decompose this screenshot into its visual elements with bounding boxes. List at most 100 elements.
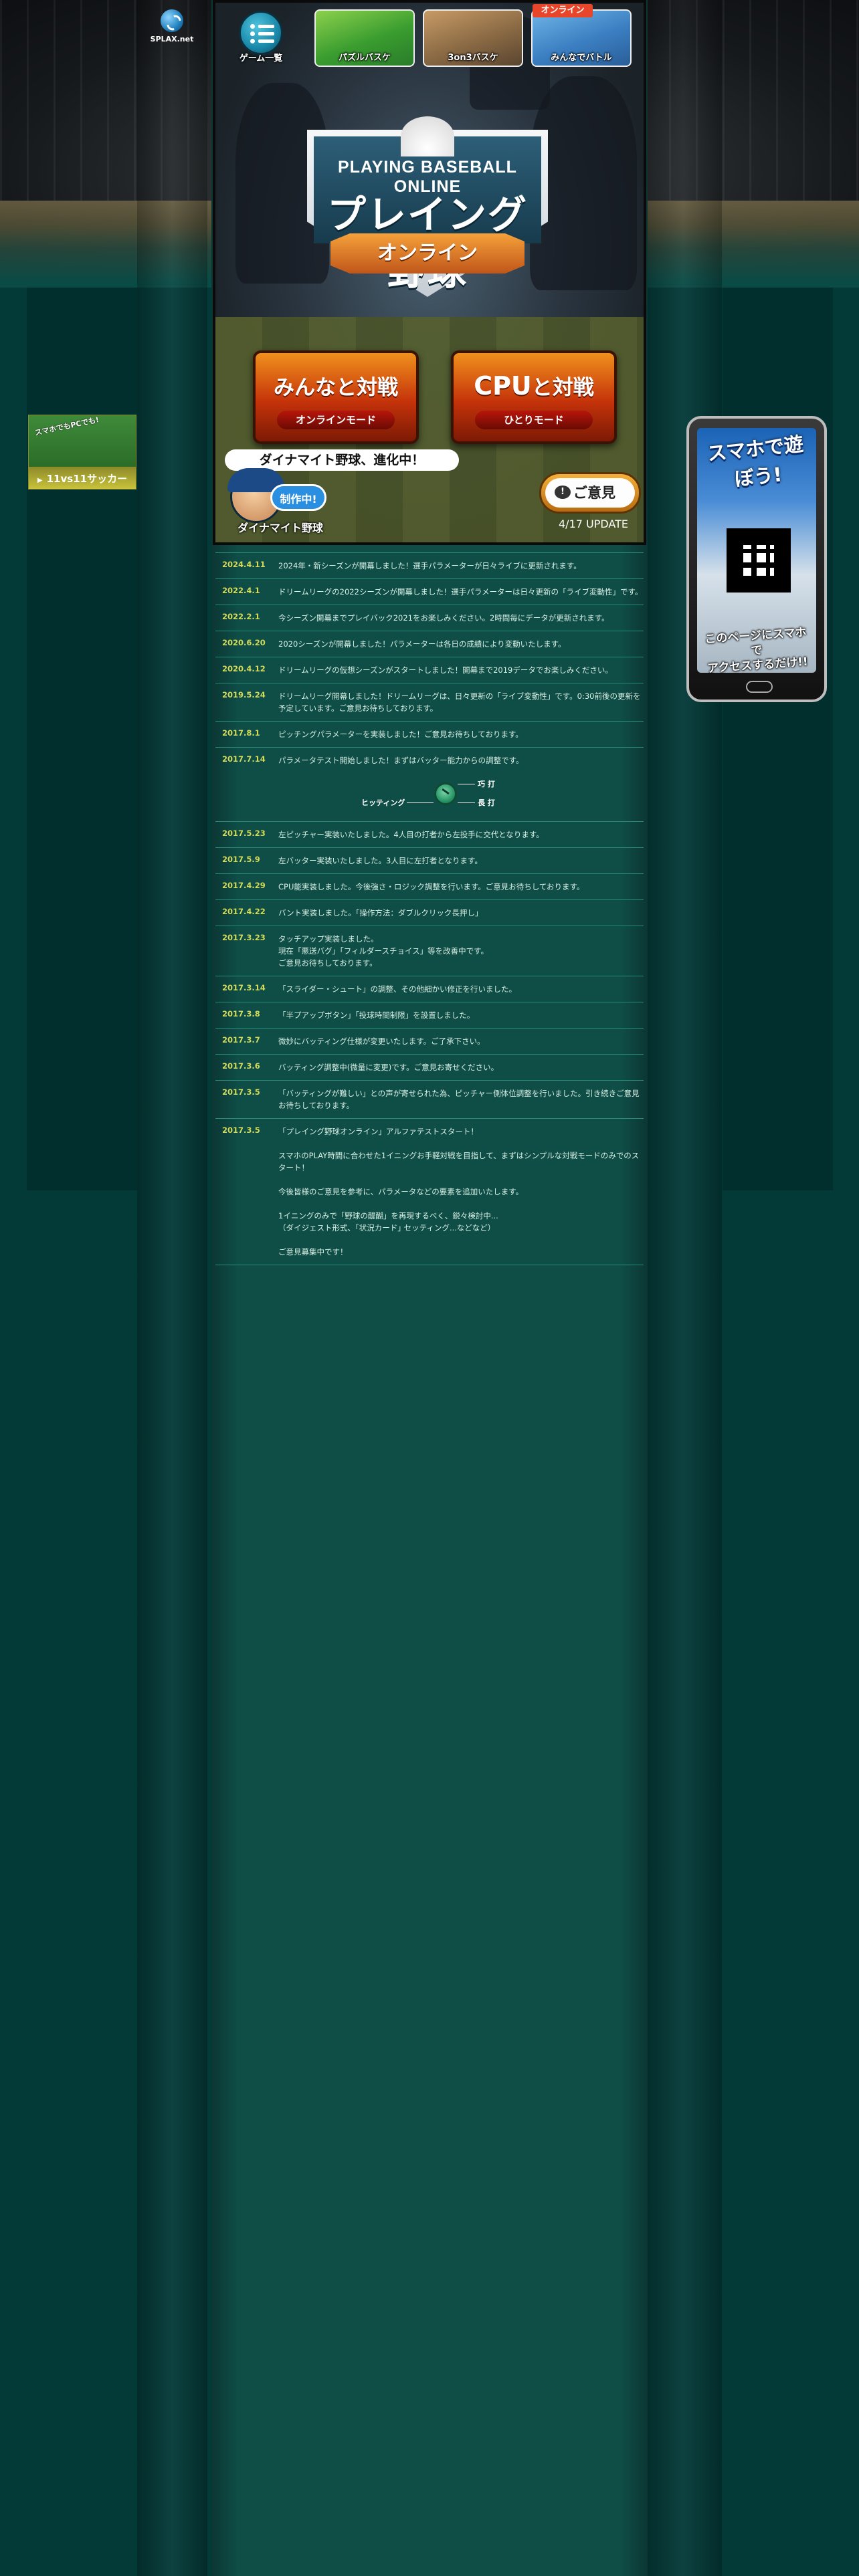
news-text: 2020シーズンが開幕しました！パラメーターは各日の成績により変動いたします。 (278, 639, 566, 649)
news-text: 「プレイング野球オンライン」アルファテストスタート！ (278, 1127, 478, 1136)
news-row: 2017.3.8 「半プアップボタン」「投球時間制限」を設置しました。 (215, 1002, 644, 1028)
news-body: バント実装しました。「操作方法：ダブルクリック長押し」 (273, 907, 644, 919)
news-date: 2017.4.22 (222, 907, 266, 916)
news-row: 2017.8.1 ピッチングパラメーターを実装しました！ご意見お待ちしております。 (215, 721, 644, 747)
thumb-label: みんなでバトル (551, 53, 612, 63)
news-date: 2017.3.5 (222, 1087, 260, 1097)
news-row: 2019.5.24 ドリームリーグ開幕しました！ドリームリーグは、日々更新の「ライ… (215, 683, 644, 721)
news-text: 左ピッチャー実装いたしました。4人目の打者から左投手に交代となります。 (278, 830, 544, 839)
news-body: 「半プアップボタン」「投球時間制限」を設置しました。 (273, 1009, 644, 1021)
news-text: 現在「悪送バグ」「フィルダースチョイス」等を改善中です。 (278, 946, 488, 956)
news-row: 2020.4.12 ドリームリーグの仮想シーズンがスタートしました！開幕まで201… (215, 657, 644, 683)
cpu-battle-button[interactable]: CPUと対戦 ひとりモード (451, 350, 617, 444)
news-text: 今後皆様のご意見を参考に、パラメータなどの要素を追加いたします。 (278, 1187, 524, 1196)
thumb-3on3-basket[interactable]: 3on3バスケ (423, 9, 523, 67)
splax-logo-icon (161, 9, 183, 32)
wip-badge: 制作中! (270, 484, 326, 511)
news-date: 2017.3.5 (222, 1125, 260, 1135)
game-logo: PLAYING BASEBALL ONLINE プレイング野球 オンライン (270, 116, 585, 310)
news-row: 2017.5.9 左バッター実装いたしました。3人目に左打者となります。 (215, 847, 644, 873)
dynamite-baseball-link[interactable]: 制作中! ダイナマイト野球 (223, 468, 337, 538)
news-row: 2017.3.23 タッチアップ実装しました。 現在「悪送バグ」「フィルダースチョイ… (215, 926, 644, 976)
news-text: ピッチングパラメーターを実装しました！ご意見お待ちしております。 (278, 730, 523, 739)
game-list-button[interactable]: ゲーム一覧 (233, 11, 289, 68)
news-text: CPU能実装しました。今後強さ・ロジック調整を行います。ご意見お待ちしております… (278, 882, 585, 891)
online-battle-title: みんなと対戦 (274, 376, 398, 400)
feedback-inner: ! ご意見 (545, 478, 635, 508)
phone-screen: スマホで遊ぼう! このページにスマホで アクセスするだけ!! (697, 428, 816, 676)
baseball-icon (401, 116, 454, 156)
left-pillar (137, 0, 207, 2576)
news-row: 2024.4.11 2024年・新シーズンが開幕しました！選手パラメーターが日々ラ… (215, 552, 644, 578)
soccer-banner[interactable]: スマホでもPCでも! 11vs11サッカー (28, 415, 136, 490)
news-text: ドリームリーグの仮想シーズンがスタートしました！開幕まで2019データでお楽しみ… (278, 665, 613, 675)
news-row: 2017.4.29 CPU能実装しました。今後強さ・ロジック調整を行います。ご意見… (215, 873, 644, 899)
bat-swing-icon (434, 782, 457, 805)
thumb-minna-battle[interactable]: みんなでバトル (531, 9, 632, 67)
phone-caption: このページにスマホで アクセスするだけ!! (700, 625, 814, 676)
news-text: ドリームリーグ開幕しました！ドリームリーグは、日々更新の「ライブ変動性」です。0… (278, 691, 641, 713)
cpu-battle-suffix: と対戦 (531, 376, 594, 400)
news-date: 2020.6.20 (222, 638, 266, 647)
news-text: ご意見募集中です！ (278, 1247, 348, 1257)
online-mode-label: オンラインモード (277, 411, 395, 429)
news-row: 2017.4.22 バント実装しました。「操作方法：ダブルクリック長押し」 (215, 899, 644, 926)
speech-bubble-icon: ! (555, 486, 571, 499)
update-label: 4/17 UPDATE (559, 518, 628, 530)
splax-logo-label: SPLAX.net (150, 35, 194, 43)
solo-mode-label: ひとりモード (475, 411, 593, 429)
news-row: 2017.3.6 バッティング調整中(微量に変更)です。ご意見お寄せください。 (215, 1054, 644, 1080)
list-icon (239, 11, 283, 55)
news-date: 2022.4.1 (222, 586, 260, 595)
phone-title: スマホで遊ぼう! (706, 432, 805, 491)
news-text (278, 1174, 644, 1186)
thumb-puzzle-basket[interactable]: パズルバスケ (314, 9, 415, 67)
news-text: 1イニングのみで「野球の醍醐」を再現するべく、鋭々検討中... (278, 1211, 498, 1220)
news-row: 2017.3.7 微妙にバッティング仕様が変更いたします。ご了承下さい。 (215, 1028, 644, 1054)
game-frame: ゲーム一覧 パズルバスケ 3on3バスケ オンライン みんなでバトル PLAYI… (213, 0, 646, 545)
news-date: 2024.4.11 (222, 560, 266, 569)
news-body: ドリームリーグ開幕しました！ドリームリーグは、日々更新の「ライブ変動性」です。0… (273, 690, 644, 714)
news-body: ドリームリーグの仮想シーズンがスタートしました！開幕まで2019データでお楽しみ… (273, 664, 644, 676)
thumb-label: 3on3バスケ (448, 53, 498, 63)
news-text: ご意見お待ちしております。 (278, 958, 377, 968)
news-text: 「半プアップボタン」「投球時間制限」を設置しました。 (278, 1010, 475, 1020)
news-text: （ダイジェスト形式、｢状況カード｣ セッティング...などなど） (278, 1223, 496, 1232)
news-text: バッティング調整中(微量に変更)です。ご意見お寄せください。 (278, 1063, 499, 1072)
news-body: タッチアップ実装しました。現在「悪送バグ」「フィルダースチョイス」等を改善中です… (273, 933, 644, 969)
news-text: 左バッター実装いたしました。3人目に左打者となります。 (278, 856, 482, 865)
news-text: 「バッティングが難しい」との声が寄せられた為、ピッチャー側体位調整を行いました。… (278, 1089, 640, 1110)
news-body: 左バッター実装いたしました。3人目に左打者となります。 (273, 855, 644, 867)
contact-label: 巧 打 (478, 780, 495, 788)
smartphone-banner[interactable]: スマホで遊ぼう! このページにスマホで アクセスするだけ!! (686, 416, 827, 702)
news-date: 2017.7.14 (222, 754, 266, 764)
news-row: 2017.3.5 「バッティングが難しい」との声が寄せられた為、ピッチャー側体位調… (215, 1080, 644, 1118)
news-text: 「スライダー・シュート」の調整、その他細かい修正を行いました。 (278, 984, 517, 994)
splax-logo-link[interactable]: SPLAX.net (149, 9, 195, 56)
news-row: 2017.3.5 「プレイング野球オンライン」アルファテストスタート！ スマホのP… (215, 1118, 644, 1265)
news-text: タッチアップ実装しました。 (278, 934, 379, 944)
news-date: 2017.4.29 (222, 881, 266, 890)
news-row: 2017.3.14 「スライダー・シュート」の調整、その他細かい修正を行いました。 (215, 976, 644, 1002)
hitting-label: ヒッティング (361, 798, 405, 807)
feedback-button[interactable]: ! ご意見 (539, 472, 641, 514)
news-body: 2020シーズンが開幕しました！パラメーターは各日の成績により変動いたします。 (273, 638, 644, 650)
news-text: バント実装しました。「操作方法：ダブルクリック長押し」 (278, 908, 483, 918)
online-tag: オンライン (533, 4, 593, 17)
news-body: 左ピッチャー実装いたしました。4人目の打者から左投手に交代となります。 (273, 829, 644, 841)
online-battle-button[interactable]: みんなと対戦 オンラインモード (253, 350, 419, 444)
news-text (278, 1198, 644, 1210)
news-date: 2017.5.9 (222, 855, 260, 864)
news-date: 2017.3.8 (222, 1009, 260, 1018)
news-list: 2024.4.11 2024年・新シーズンが開幕しました！選手パラメーターが日々ラ… (215, 552, 644, 1265)
news-date: 2020.4.12 (222, 664, 266, 673)
news-body: CPU能実装しました。今後強さ・ロジック調整を行います。ご意見お待ちしております… (273, 881, 644, 893)
hitting-diagram: ヒッティング 巧 打長 打 (278, 772, 644, 815)
news-body: 「スライダー・シュート」の調整、その他細かい修正を行いました。 (273, 983, 644, 995)
news-row: 2020.6.20 2020シーズンが開幕しました！パラメーターは各日の成績により… (215, 631, 644, 657)
news-body: パラメータテスト開始しました！まずはバッター能力からの調整です。 ヒッティング 巧 … (273, 754, 644, 815)
news-body: 「プレイング野球オンライン」アルファテストスタート！ スマホのPLAY時間に合わ… (273, 1125, 644, 1258)
news-body: ドリームリーグの2022シーズンが開幕しました！選手パラメーターは日々更新の「ラ… (273, 586, 644, 598)
logo-ribbon: オンライン (330, 233, 524, 274)
soccer-label: 11vs11サッカー (29, 469, 136, 489)
